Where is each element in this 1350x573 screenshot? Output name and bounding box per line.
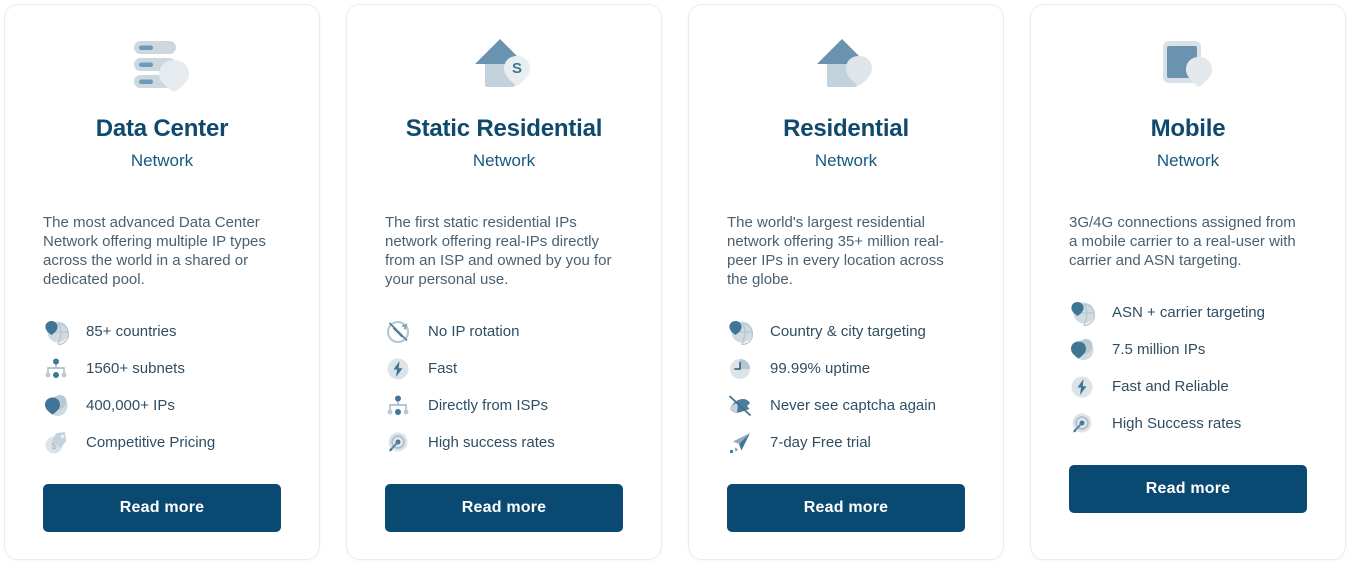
house-pin-icon xyxy=(727,35,965,95)
button-wrapper: Read more xyxy=(43,456,281,554)
card-title: Residential xyxy=(783,115,909,142)
card-subtitle: Network xyxy=(472,150,536,170)
feature-label: 7.5 million IPs xyxy=(1112,341,1206,359)
feature-item: Directly from ISPs xyxy=(385,393,623,419)
card-title: Static Residential xyxy=(405,115,603,142)
tablet-pin-icon xyxy=(1069,35,1307,95)
globe-pin-icon xyxy=(1069,300,1095,327)
read-more-button[interactable]: Read more xyxy=(1069,465,1307,514)
house-static-pin-icon: S xyxy=(385,35,623,95)
feature-list: 85+ countries 1560+ subnets 400,000+ IPs… xyxy=(43,319,281,456)
feature-item: No IP rotation xyxy=(385,319,623,345)
target-arrow-icon xyxy=(1069,411,1095,437)
network-card-static-residential[interactable]: S Static Residential Network The first s… xyxy=(346,4,662,560)
svg-text:S: S xyxy=(512,60,522,77)
card-description: The first static residential IPs network… xyxy=(385,213,612,289)
price-tag-dollar-icon: $ xyxy=(43,430,69,456)
feature-list: ASN + carrier targeting 7.5 million IPs xyxy=(1069,300,1307,437)
read-more-button[interactable]: Read more xyxy=(385,484,623,533)
feature-item: 99.99% uptime xyxy=(727,356,965,382)
clock-icon xyxy=(727,356,753,382)
card-title: Mobile xyxy=(1150,115,1226,142)
network-nodes-icon xyxy=(43,356,69,382)
no-captcha-icon xyxy=(727,393,753,419)
feature-label: High Success rates xyxy=(1112,415,1242,433)
card-subtitle: Network xyxy=(130,150,194,170)
feature-label: Country & city targeting xyxy=(770,323,926,341)
card-subtitle: Network xyxy=(1156,150,1220,170)
feature-item: High Success rates xyxy=(1069,411,1307,437)
feature-label: 1560+ subnets xyxy=(86,360,185,378)
feature-item: 85+ countries xyxy=(43,319,281,346)
feature-label: Directly from ISPs xyxy=(428,397,549,415)
feature-item: ASN + carrier targeting xyxy=(1069,300,1307,327)
feature-label: Fast and Reliable xyxy=(1112,378,1229,396)
location-pin-icon xyxy=(1069,337,1095,363)
feature-label: Never see captcha again xyxy=(770,397,936,415)
card-description: 3G/4G connections assigned from a mobile… xyxy=(1069,213,1296,269)
card-description: The world's largest residential network … xyxy=(727,213,944,289)
network-nodes-icon xyxy=(385,393,411,419)
network-card-data-center[interactable]: Data Center Network The most advanced Da… xyxy=(4,4,320,560)
feature-list: No IP rotation Fast Directly from ISPs H… xyxy=(385,319,623,456)
feature-item: 7.5 million IPs xyxy=(1069,337,1307,363)
server-rack-pin-icon xyxy=(43,35,281,95)
target-arrow-icon xyxy=(385,430,411,456)
card-subtitle: Network xyxy=(814,150,878,170)
feature-label: Fast xyxy=(428,360,458,378)
network-cards-row: Data Center Network The most advanced Da… xyxy=(0,0,1350,573)
globe-pin-icon xyxy=(727,319,753,346)
feature-item: 1560+ subnets xyxy=(43,356,281,382)
feature-label: High success rates xyxy=(428,434,555,452)
feature-label: ASN + carrier targeting xyxy=(1112,304,1265,322)
button-wrapper: Read more xyxy=(1069,437,1307,535)
feature-item: Fast xyxy=(385,356,623,382)
card-title: Data Center xyxy=(95,115,229,142)
feature-label: 99.99% uptime xyxy=(770,360,871,378)
feature-item: $ Competitive Pricing xyxy=(43,430,281,456)
feature-item: High success rates xyxy=(385,430,623,456)
feature-item: Never see captcha again xyxy=(727,393,965,419)
no-rotation-icon xyxy=(385,319,411,345)
feature-item: 400,000+ IPs xyxy=(43,393,281,419)
feature-item: 7-day Free trial xyxy=(727,430,965,456)
feature-label: 85+ countries xyxy=(86,323,177,341)
lightning-bolt-icon xyxy=(385,356,411,382)
feature-item: Country & city targeting xyxy=(727,319,965,346)
feature-item: Fast and Reliable xyxy=(1069,374,1307,400)
globe-pin-icon xyxy=(43,319,69,346)
feature-label: No IP rotation xyxy=(428,323,520,341)
network-card-mobile[interactable]: Mobile Network 3G/4G connections assigne… xyxy=(1030,4,1346,560)
paper-plane-icon xyxy=(727,430,753,456)
lightning-bolt-icon xyxy=(1069,374,1095,400)
button-wrapper: Read more xyxy=(385,456,623,554)
feature-label: Competitive Pricing xyxy=(86,434,216,452)
feature-label: 7-day Free trial xyxy=(770,434,871,452)
feature-list: Country & city targeting 99.99% uptime N… xyxy=(727,319,965,456)
read-more-button[interactable]: Read more xyxy=(43,484,281,533)
network-card-residential[interactable]: Residential Network The world's largest … xyxy=(688,4,1004,560)
read-more-button[interactable]: Read more xyxy=(727,484,965,533)
card-description: The most advanced Data Center Network of… xyxy=(43,213,266,289)
button-wrapper: Read more xyxy=(727,456,965,554)
feature-label: 400,000+ IPs xyxy=(86,397,175,415)
location-pin-icon xyxy=(43,393,69,419)
